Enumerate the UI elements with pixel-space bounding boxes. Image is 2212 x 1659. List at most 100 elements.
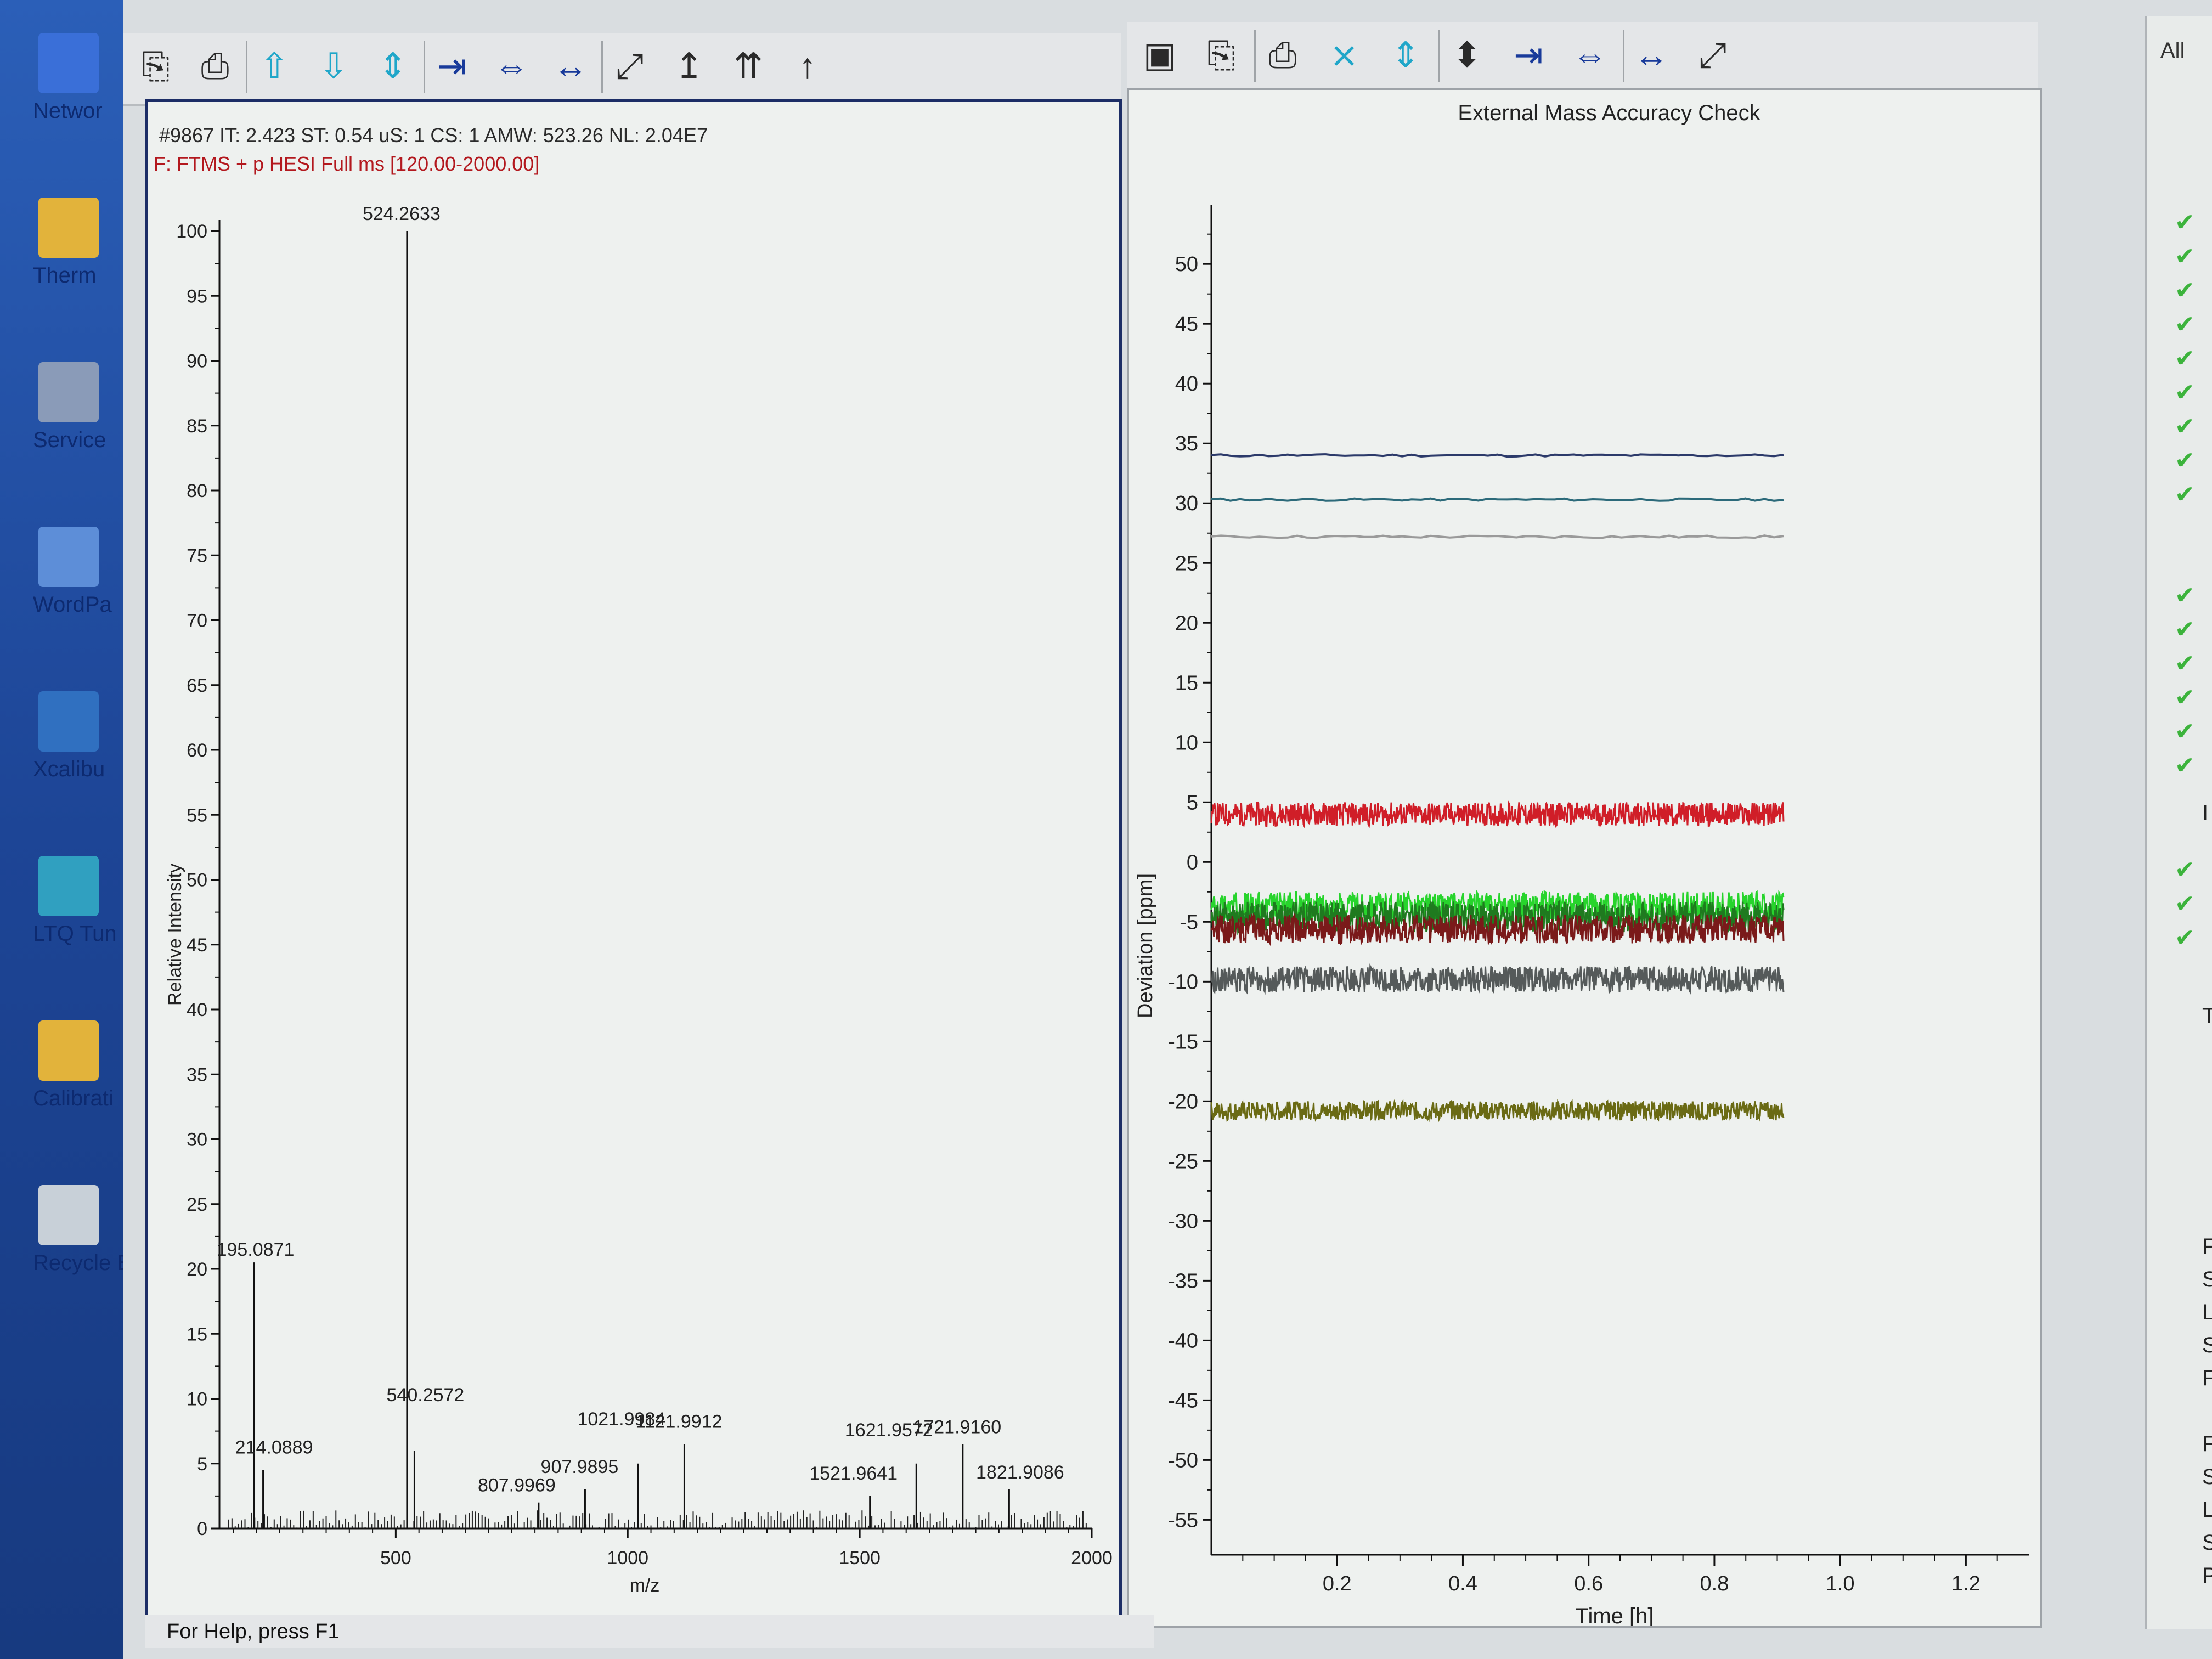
peak-label: 1521.9641 [809,1463,898,1484]
peak-label: 1121.9912 [635,1411,722,1432]
deviation-series [1211,963,1785,995]
toolbar-separator [246,41,247,93]
y-tick-label: 70 [187,611,207,631]
spectrum-toolbar: ⎘ ⎙ ⇧ ⇩ ⇕ ⇥ ⇔ ↔ ⤢ ↥ ⇈ ↑ [123,33,1121,106]
peak-label: 1721.9160 [913,1417,1001,1437]
check-icon: ✔ [2175,650,2195,677]
desktop-icon[interactable]: Recycle B [11,1185,132,1275]
print-icon[interactable]: ⎙ [193,44,237,88]
panel-header: All [2160,38,2185,63]
zoom-in-x-icon[interactable]: ⇥ [1506,33,1550,77]
deviation-series [1211,453,1784,458]
y-tick-label: 5 [1187,791,1198,814]
wordpad-icon [38,527,99,587]
zoom-out-x-icon[interactable]: ⇔ [1568,33,1612,77]
y-tick-label: -25 [1168,1150,1198,1173]
ltq-tune-icon [38,856,99,916]
chart-title: External Mass Accuracy Check [1458,101,1760,125]
y-tick-label: 90 [187,351,207,372]
desktop-icon[interactable]: Calibrati [11,1020,121,1110]
desktop-icon[interactable]: Xcalibu [11,691,121,781]
autoscale-y-icon[interactable]: ⬍ [1445,33,1489,77]
label-up-icon[interactable]: ↑ [786,44,830,88]
xcalibur-icon [38,691,99,752]
check-icon: ✔ [2175,447,2195,474]
normalize-icon[interactable]: ↥ [667,44,711,88]
y-tick-label: 0 [197,1519,207,1539]
desktop-icon[interactable]: WordPa [11,527,121,617]
y-tick-label: 30 [1175,492,1198,515]
fit-icon[interactable]: ⤢ [608,44,652,88]
check-icon: ✔ [2175,856,2195,883]
peak-up-icon[interactable]: ⇈ [726,44,770,88]
y-tick-label: -55 [1168,1509,1198,1532]
toolbar-separator [1254,30,1256,82]
gears-icon [38,362,99,422]
y-tick-label: 85 [187,416,207,437]
peak-label: 907.9895 [541,1457,619,1477]
check-icon: ✔ [2175,890,2195,917]
spectrum-chart[interactable]: 0 5 10 15 20 25 30 35 40 45 50 55 60 65 70 75 80 85 90 95 10… [148,102,1119,1622]
panel-row-label: S [2202,1465,2212,1489]
x-tick-label: 0.2 [1323,1572,1352,1595]
y-tick-label: 25 [187,1194,207,1215]
y-tick-label: 20 [187,1259,207,1280]
peak-label: 214.0889 [235,1437,313,1458]
autoscale-x-icon[interactable]: ↔ [549,44,592,88]
y-tick-label: -35 [1168,1269,1198,1293]
y-tick-label: 15 [187,1324,207,1345]
panel-row-label: T [2202,1004,2212,1028]
print-icon[interactable]: ⎙ [1261,33,1305,77]
check-icon: ✔ [2175,616,2195,643]
arrow-up-icon[interactable]: ⇧ [252,44,296,88]
panel-row-label: S [2202,1531,2212,1555]
check-icon: ✔ [2175,684,2195,711]
copy-icon[interactable]: ⎘ [134,44,178,88]
y-axis-label: Deviation [ppm] [1134,873,1157,1018]
autoscale-x-icon[interactable]: ↔ [1629,33,1673,77]
check-icon: ✔ [2175,718,2195,745]
arrow-updown-icon[interactable]: ⇕ [371,44,415,88]
x-tick-label: 1500 [839,1548,881,1568]
desktop-strip: Networ Therm Service WordPa Xcalibu LTQ Tun Ca… [0,0,132,1659]
peak-label: 524.2633 [363,204,441,224]
side-status-panel: All ✔✔✔✔✔✔✔✔✔✔✔✔✔✔✔✔✔✔ITFSLSFFTSLSP [2145,16,2212,1629]
x-tick-label: 500 [380,1548,411,1568]
y-tick-label: 50 [1175,253,1198,276]
y-tick-label: 20 [1175,612,1198,635]
peak-label: 540.2572 [387,1385,465,1406]
y-tick-label: 10 [187,1389,207,1410]
check-icon: ✔ [2175,413,2195,440]
x-tick-label: 0.4 [1448,1572,1477,1595]
y-tick-label: -30 [1168,1210,1198,1233]
x-tick-label: 1.0 [1826,1572,1855,1595]
arrow-down-icon[interactable]: ⇩ [312,44,356,88]
fit-icon[interactable]: ⤢ [1691,33,1735,77]
save-icon[interactable]: ▣ [1138,33,1182,77]
copy-icon[interactable]: ⎘ [1199,33,1243,77]
y-tick-label: 100 [176,221,207,242]
zoom-in-x-icon[interactable]: ⇥ [430,44,474,88]
toolbar-separator [424,41,425,93]
check-icon: ✔ [2175,924,2195,951]
y-tick-label: 25 [1175,552,1198,575]
desktop-icon[interactable]: Therm [11,198,121,287]
check-icon: ✔ [2175,582,2195,609]
zoom-out-y-icon[interactable]: ⇕ [1384,33,1427,77]
desktop-icon[interactable]: Service [11,362,121,452]
panel-row-label: I [2202,801,2209,825]
y-tick-label: -20 [1168,1090,1198,1113]
x-axis-label: m/z [630,1575,660,1596]
desktop-icon[interactable]: Networ [11,33,121,123]
y-tick-label: 75 [187,545,207,566]
deviation-series [1211,534,1784,539]
trend-chart[interactable]: External Mass Accuracy Check504540353025… [1129,90,2040,1626]
check-icon: ✔ [2175,209,2195,236]
spectrum-pane[interactable]: #9867 IT: 2.423 ST: 0.54 uS: 1 CS: 1 AMW… [145,99,1122,1625]
desktop-icon[interactable]: LTQ Tun [11,856,121,946]
y-tick-label: 35 [1175,432,1198,455]
x-axis-label: Time [h] [1576,1604,1654,1626]
trend-pane[interactable]: External Mass Accuracy Check 50 45 40 35 30 25… [1127,88,2042,1628]
zoom-in-y-icon[interactable]: ⨯ [1322,33,1366,77]
zoom-out-x-icon[interactable]: ⇔ [489,44,533,88]
